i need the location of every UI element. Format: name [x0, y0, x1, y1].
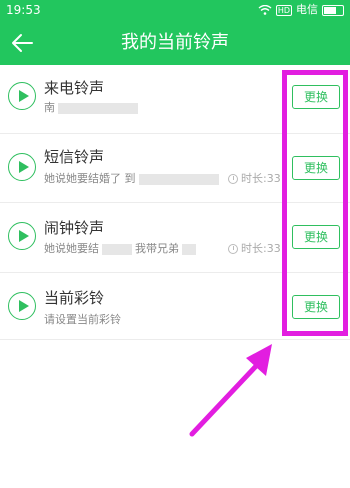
duration-label: 时长:33	[228, 242, 281, 256]
row-subtitle-text-2: 我带兄弟	[135, 242, 179, 255]
play-icon[interactable]	[8, 292, 36, 320]
duration-label: 时长:33	[228, 172, 281, 186]
status-icons: HD 电信	[258, 3, 344, 17]
row-subtitle-text: 南	[44, 101, 55, 114]
play-icon[interactable]	[8, 222, 36, 250]
status-time: 19:53	[6, 3, 41, 17]
wifi-icon	[258, 5, 272, 15]
highlight-box	[282, 70, 348, 336]
row-subtitle: 她说她要结 我带兄弟	[44, 242, 199, 256]
row-title: 闹钟铃声	[44, 219, 105, 237]
carrier-label: 电信	[296, 3, 318, 16]
duration-text: 时长:33	[241, 172, 281, 185]
row-subtitle-text: 她说她要结婚了 到	[44, 172, 136, 185]
play-icon[interactable]	[8, 82, 36, 110]
battery-icon	[322, 4, 344, 16]
clock-icon	[228, 174, 238, 184]
row-title: 短信铃声	[44, 148, 105, 166]
duration-text: 时长:33	[241, 242, 281, 255]
row-subtitle: 她说她要结婚了 到	[44, 172, 222, 186]
row-subtitle-text: 她说她要结	[44, 242, 99, 255]
row-subtitle-text: 请设置当前彩铃	[44, 313, 121, 326]
clock-icon	[228, 244, 238, 254]
app-header: 我的当前铃声	[0, 21, 350, 65]
status-bar: 19:53 HD 电信	[0, 0, 350, 21]
row-subtitle: 请设置当前彩铃	[44, 313, 121, 327]
play-icon[interactable]	[8, 153, 36, 181]
blurred-text	[102, 243, 132, 255]
blurred-text	[138, 173, 219, 185]
row-title: 当前彩铃	[44, 289, 105, 307]
row-subtitle: 南	[44, 101, 141, 115]
page-title: 我的当前铃声	[121, 32, 229, 53]
blurred-text	[58, 102, 138, 114]
blurred-text	[182, 243, 196, 255]
sim-hd-icon: HD	[275, 4, 292, 16]
row-title: 来电铃声	[44, 79, 105, 97]
